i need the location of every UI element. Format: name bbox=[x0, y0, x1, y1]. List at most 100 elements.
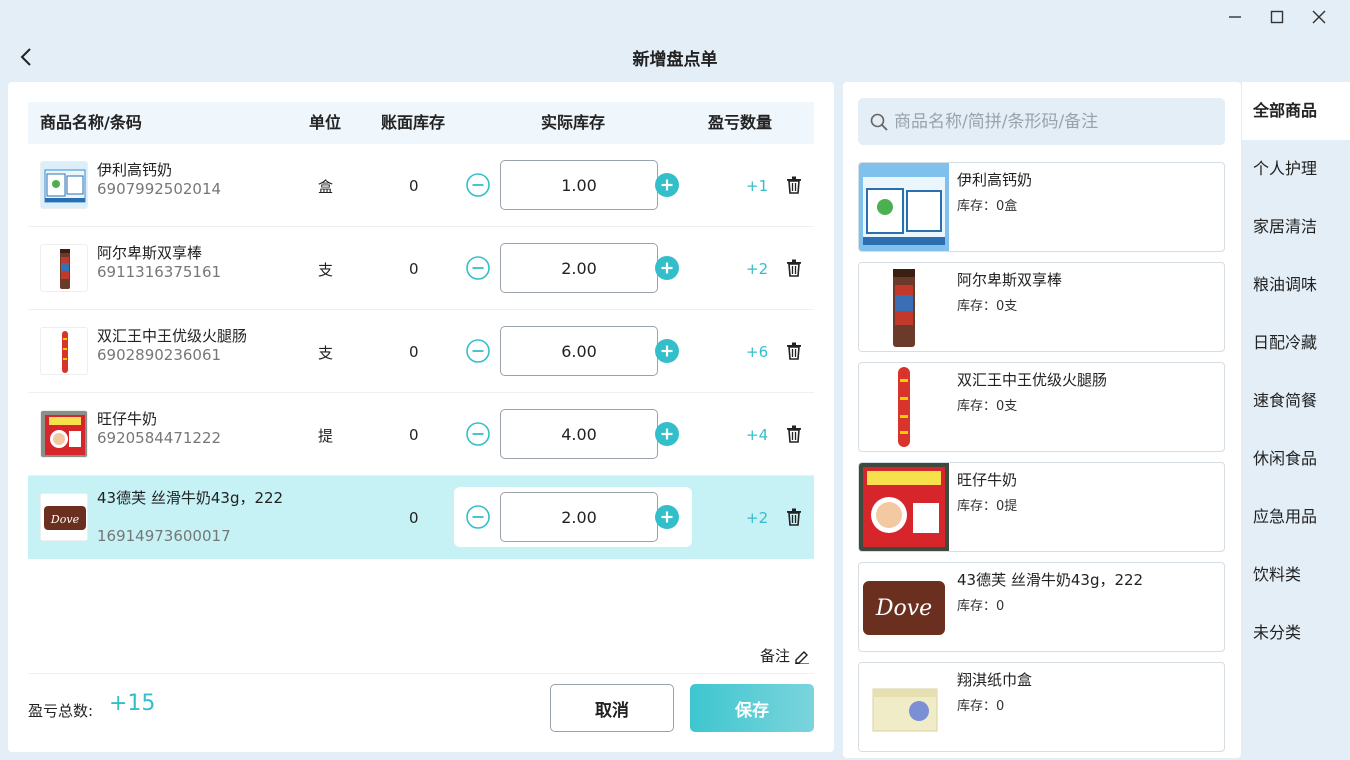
actual-stock-input[interactable] bbox=[500, 243, 658, 293]
category-grain-oil[interactable]: 粮油调味 bbox=[1242, 256, 1350, 314]
plus-circle-icon[interactable] bbox=[655, 173, 679, 197]
diff-quantity: +2 bbox=[746, 260, 769, 278]
actual-stock-input[interactable] bbox=[500, 326, 658, 376]
product-card-name: 翔淇纸巾盒 bbox=[957, 671, 1033, 689]
actual-stock-input[interactable] bbox=[500, 492, 658, 542]
dove-chocolate-image: Dove bbox=[40, 493, 88, 541]
product-picker-panel: 伊利高钙奶 库存：0盒 阿尔卑斯双享棒 库存：0支 双汇王中王优级火腿肠 库存：… bbox=[843, 82, 1241, 758]
column-header-diff: 盈亏数量 bbox=[708, 113, 773, 132]
category-personal-care[interactable]: 个人护理 bbox=[1242, 140, 1350, 198]
category-snacks[interactable]: 休闲食品 bbox=[1242, 430, 1350, 488]
maximize-icon[interactable] bbox=[1256, 6, 1298, 28]
minus-circle-icon[interactable] bbox=[466, 422, 490, 446]
category-chilled[interactable]: 日配冷藏 bbox=[1242, 314, 1350, 372]
product-card[interactable]: 伊利高钙奶 库存：0盒 bbox=[858, 162, 1225, 252]
product-card[interactable]: 翔淇纸巾盒 库存：0 bbox=[858, 662, 1225, 752]
minus-circle-icon[interactable] bbox=[466, 339, 490, 363]
product-card-stock: 库存：0提 bbox=[957, 499, 1018, 514]
product-unit: 提 bbox=[318, 427, 334, 445]
candy-stick-image bbox=[40, 244, 88, 292]
close-icon[interactable] bbox=[1298, 6, 1340, 28]
inventory-sheet-panel: 商品名称/条码 单位 账面库存 实际库存 盈亏数量 伊利高钙奶 69079925… bbox=[8, 82, 834, 752]
plus-circle-icon[interactable] bbox=[655, 505, 679, 529]
product-card-name: 43德芙 丝滑牛奶43g，222 bbox=[957, 571, 1144, 589]
product-card-name: 旺仔牛奶 bbox=[957, 471, 1018, 489]
note-button[interactable]: 备注 bbox=[760, 645, 810, 666]
book-stock: 0 bbox=[409, 509, 419, 527]
table-row[interactable]: 旺仔牛奶 6920584471222 提 0 +4 bbox=[28, 393, 814, 476]
table-header: 商品名称/条码 单位 账面库存 实际库存 盈亏数量 bbox=[28, 102, 814, 144]
trash-icon[interactable] bbox=[786, 342, 802, 360]
trash-icon[interactable] bbox=[786, 425, 802, 443]
minus-circle-icon[interactable] bbox=[466, 505, 490, 529]
trash-icon[interactable] bbox=[786, 176, 802, 194]
column-header-unit: 单位 bbox=[309, 113, 342, 132]
product-list: 伊利高钙奶 库存：0盒 阿尔卑斯双享棒 库存：0支 双汇王中王优级火腿肠 库存：… bbox=[858, 162, 1225, 758]
wangzai-milk-image bbox=[859, 463, 949, 551]
category-uncategorized[interactable]: 未分类 bbox=[1242, 604, 1350, 662]
quantity-stepper bbox=[454, 487, 692, 547]
sausage-image bbox=[40, 327, 88, 375]
search-box bbox=[858, 98, 1225, 145]
product-name: 旺仔牛奶 bbox=[97, 410, 158, 428]
diff-quantity: +2 bbox=[746, 509, 769, 527]
search-icon bbox=[870, 113, 888, 131]
category-sidebar: 全部商品 个人护理 家居清洁 粮油调味 日配冷藏 速食简餐 休闲食品 应急用品 … bbox=[1242, 82, 1350, 760]
product-barcode: 16914973600017 bbox=[97, 527, 231, 545]
product-barcode: 6920584471222 bbox=[97, 429, 222, 447]
column-header-name: 商品名称/条码 bbox=[40, 113, 142, 132]
quantity-stepper bbox=[454, 155, 692, 215]
product-name: 双汇王中王优级火腿肠 bbox=[97, 327, 248, 345]
milk-box-image bbox=[40, 161, 88, 209]
minimize-icon[interactable] bbox=[1214, 6, 1256, 28]
note-label: 备注 bbox=[760, 647, 791, 665]
plus-circle-icon[interactable] bbox=[655, 339, 679, 363]
actual-stock-input[interactable] bbox=[500, 160, 658, 210]
column-header-actual-stock: 实际库存 bbox=[541, 113, 606, 132]
product-card[interactable]: Dove 43德芙 丝滑牛奶43g，222 库存：0 bbox=[858, 562, 1225, 652]
product-card[interactable]: 阿尔卑斯双享棒 库存：0支 bbox=[858, 262, 1225, 352]
product-name: 伊利高钙奶 bbox=[97, 161, 173, 179]
book-stock: 0 bbox=[409, 177, 419, 195]
category-emergency[interactable]: 应急用品 bbox=[1242, 488, 1350, 546]
cancel-button[interactable]: 取消 bbox=[550, 684, 674, 732]
product-card-stock: 库存：0 bbox=[957, 699, 1005, 714]
table-row[interactable]: 阿尔卑斯双享棒 6911316375161 支 0 +2 bbox=[28, 227, 814, 310]
minus-circle-icon[interactable] bbox=[466, 173, 490, 197]
product-card-name: 阿尔卑斯双享棒 bbox=[957, 271, 1063, 289]
category-instant-food[interactable]: 速食简餐 bbox=[1242, 372, 1350, 430]
product-unit: 支 bbox=[318, 344, 334, 362]
save-button[interactable]: 保存 bbox=[690, 684, 814, 732]
category-all[interactable]: 全部商品 bbox=[1242, 82, 1350, 140]
search-input[interactable] bbox=[894, 98, 1214, 145]
book-stock: 0 bbox=[409, 260, 419, 278]
trash-icon[interactable] bbox=[786, 508, 802, 526]
total-diff-label: 盈亏总数: bbox=[28, 702, 94, 720]
actual-stock-input[interactable] bbox=[500, 409, 658, 459]
product-card-stock: 库存：0盒 bbox=[957, 199, 1018, 214]
product-card[interactable]: 双汇王中王优级火腿肠 库存：0支 bbox=[858, 362, 1225, 452]
product-card-name: 伊利高钙奶 bbox=[957, 171, 1033, 189]
table-row[interactable]: 双汇王中王优级火腿肠 6902890236061 支 0 +6 bbox=[28, 310, 814, 393]
plus-circle-icon[interactable] bbox=[655, 256, 679, 280]
table-row-selected[interactable]: Dove 43德芙 丝滑牛奶43g，222 16914973600017 0 +… bbox=[28, 476, 814, 559]
diff-quantity: +4 bbox=[746, 426, 769, 444]
book-stock: 0 bbox=[409, 426, 419, 444]
total-diff-value: +15 bbox=[109, 691, 156, 716]
product-barcode: 6911316375161 bbox=[97, 263, 222, 281]
footer-divider bbox=[28, 673, 814, 674]
diff-quantity: +1 bbox=[746, 177, 769, 195]
category-drinks[interactable]: 饮料类 bbox=[1242, 546, 1350, 604]
trash-icon[interactable] bbox=[786, 259, 802, 277]
table-row[interactable]: 伊利高钙奶 6907992502014 盒 0 +1 bbox=[28, 144, 814, 227]
minus-circle-icon[interactable] bbox=[466, 256, 490, 280]
milk-box-image bbox=[859, 163, 949, 251]
product-card-stock: 库存：0支 bbox=[957, 299, 1018, 314]
svg-text:Dove: Dove bbox=[875, 596, 932, 621]
quantity-stepper bbox=[454, 238, 692, 298]
category-home-cleaning[interactable]: 家居清洁 bbox=[1242, 198, 1350, 256]
product-card[interactable]: 旺仔牛奶 库存：0提 bbox=[858, 462, 1225, 552]
column-header-book-stock: 账面库存 bbox=[381, 113, 446, 132]
product-unit: 支 bbox=[318, 261, 334, 279]
plus-circle-icon[interactable] bbox=[655, 422, 679, 446]
